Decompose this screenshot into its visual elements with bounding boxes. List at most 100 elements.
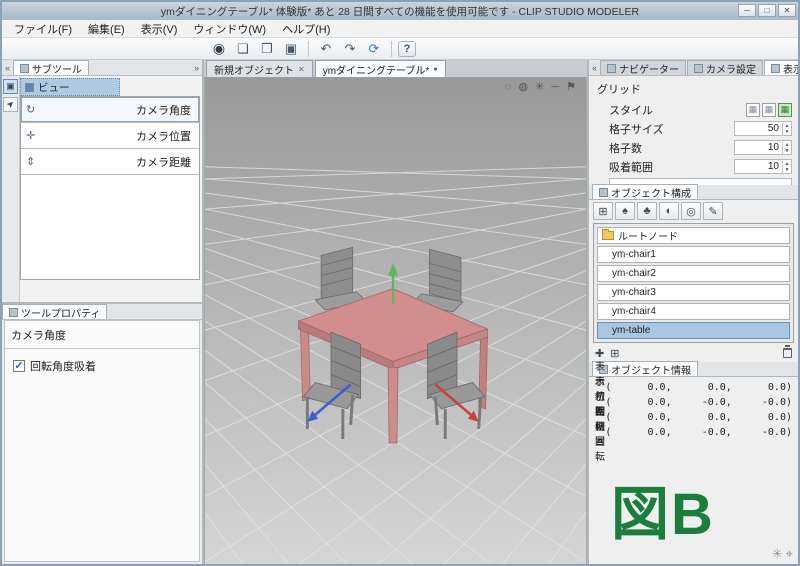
camera-position-icon: ✛ bbox=[26, 130, 36, 142]
target-crosshair-icon: ⌖ bbox=[785, 546, 793, 561]
subtool-camera-angle[interactable]: ↻ カメラ角度 bbox=[21, 97, 199, 123]
snap-range-stepper[interactable]: ▲ ▼ bbox=[782, 160, 791, 173]
minimize-button[interactable]: ─ bbox=[738, 4, 756, 17]
tab-display-settings[interactable]: 表示設定 bbox=[764, 60, 798, 76]
object-tree-toolbar: ⊞ ♠ ♣ ◐ ◎ ✎ bbox=[589, 200, 798, 222]
tool-property-header: ツールプロパティ bbox=[2, 304, 202, 320]
collapse-right-panel-icon[interactable]: « bbox=[589, 63, 600, 73]
grid-count-stepper[interactable]: ▲ ▼ bbox=[782, 141, 791, 154]
tab-tool-property[interactable]: ツールプロパティ bbox=[2, 304, 108, 320]
snap-range-input[interactable]: 10 ▲ ▼ bbox=[734, 159, 792, 174]
grid-count-input[interactable]: 10 ▲ ▼ bbox=[734, 140, 792, 155]
object-info-header: オブジェクト情報 bbox=[589, 361, 798, 377]
navigator-icon bbox=[607, 63, 617, 73]
add-folder-button[interactable]: ⊞ bbox=[610, 347, 619, 360]
delete-node-button[interactable] bbox=[783, 345, 792, 358]
help-button[interactable]: ? bbox=[398, 40, 416, 57]
subtool-group-view[interactable]: ビュー bbox=[20, 78, 120, 96]
redo-button[interactable]: ↷ bbox=[339, 39, 361, 58]
menu-help[interactable]: ヘルプ(H) bbox=[274, 20, 338, 38]
collapse-left-panel-icon[interactable]: « bbox=[2, 63, 13, 73]
open-file-button[interactable]: ❒ bbox=[256, 39, 278, 58]
minimize-view-icon[interactable]: ─ bbox=[551, 81, 559, 93]
toolbar-separator bbox=[308, 40, 309, 57]
tab-object-tree[interactable]: オブジェクト構成 bbox=[592, 184, 698, 200]
right-panel-header: « ナビゲーター カメラ設定 表示設定 « bbox=[589, 60, 798, 76]
main-area: « サブツール » ▣ ➤ ビュー ↻ カメラ角度 ✛ カメラ位置 ⇕ カメラ距… bbox=[2, 60, 798, 564]
scene-canvas[interactable] bbox=[205, 78, 586, 564]
main-toolbar: ◉ ❏ ❒ ▣ ↶ ↷ ⟳ ? bbox=[2, 38, 798, 60]
tab-camera-settings[interactable]: カメラ設定 bbox=[687, 60, 764, 76]
close-tab-icon[interactable]: ✕ bbox=[298, 65, 305, 74]
maximize-button[interactable]: □ bbox=[758, 4, 776, 17]
info-row-display-position: 表示位置 ( 0.0, 0.0, 0.0) bbox=[595, 361, 792, 418]
object-tree-list: ルートノード ym-chair1 ym-chair2 ym-chair3 ym-… bbox=[593, 223, 794, 343]
grid-style-solid-icon[interactable]: ▦ bbox=[778, 102, 792, 117]
tool-strip: ▣ ➤ bbox=[2, 76, 20, 302]
info-row-display-rotation: 表示回転 ( 0.0, -0.0, -0.0) bbox=[595, 376, 792, 433]
rotation-snap-label: 回転角度吸着 bbox=[30, 361, 96, 373]
tab-new-object[interactable]: 新規オブジェクト ✕ bbox=[206, 60, 313, 77]
menu-view[interactable]: 表示(V) bbox=[133, 20, 186, 38]
grid-style-label: スタイル bbox=[609, 104, 653, 117]
camera-angle-icon: ↻ bbox=[26, 104, 36, 116]
primitive-tree-button[interactable]: ♠ bbox=[615, 202, 635, 220]
tree-item-ym-chair1[interactable]: ym-chair1 bbox=[597, 246, 790, 263]
menu-window[interactable]: ウィンドウ(W) bbox=[185, 20, 274, 38]
menu-edit[interactable]: 編集(E) bbox=[80, 20, 133, 38]
close-button[interactable]: ✕ bbox=[778, 4, 796, 17]
new-file-button[interactable]: ❏ bbox=[232, 39, 254, 58]
tool-property-content: カメラ角度 ✓ 回転角度吸着 bbox=[4, 320, 200, 562]
window-controls: ─ □ ✕ bbox=[738, 4, 796, 17]
info-row-initial-position: 初期位置 ( 0.0, 0.0, 0.0) bbox=[595, 391, 792, 448]
save-button[interactable]: ▣ bbox=[280, 39, 302, 58]
tree-item-ym-chair3[interactable]: ym-chair3 bbox=[597, 284, 790, 301]
tab-subtool[interactable]: サブツール bbox=[13, 60, 90, 76]
flag-icon[interactable]: ⚑ bbox=[566, 81, 576, 93]
tree-item-ym-chair2[interactable]: ym-chair2 bbox=[597, 265, 790, 282]
subtool-list: ↻ カメラ角度 ✛ カメラ位置 ⇕ カメラ距離 bbox=[20, 96, 200, 280]
target-button[interactable]: ◎ bbox=[681, 202, 701, 220]
subtool-camera-distance[interactable]: ⇕ カメラ距離 bbox=[21, 149, 199, 175]
tool-property-icon bbox=[9, 307, 18, 317]
viewport-toolbar: ◌ ◍ ✳ ─ ⚑ bbox=[505, 81, 576, 93]
sync-button[interactable]: ⟳ bbox=[363, 39, 385, 58]
display-mode-wireframe-icon[interactable]: ◌ bbox=[505, 81, 512, 93]
tree-item-ym-table[interactable]: ym-table bbox=[597, 322, 790, 339]
object-tool-icon[interactable]: ▣ bbox=[3, 79, 18, 94]
view-group-label: ビュー bbox=[38, 81, 70, 94]
material-sphere-button[interactable]: ◐ bbox=[659, 202, 679, 220]
tab-object-info[interactable]: オブジェクト情報 bbox=[592, 361, 698, 377]
undo-button[interactable]: ↶ bbox=[315, 39, 337, 58]
snap-range-row: 吸着範囲 10 ▲ ▼ bbox=[595, 157, 792, 176]
grid-size-stepper[interactable]: ▲ ▼ bbox=[782, 122, 791, 135]
display-settings-panel: グリッド スタイル ▦ ▦ ▦ 格子サイズ 50 ▲ ▼ 格子数 10 ▲ ▼ … bbox=[589, 76, 798, 185]
subtool-panel: ビュー ↻ カメラ角度 ✛ カメラ位置 ⇕ カメラ距離 bbox=[20, 76, 202, 302]
3d-viewport[interactable]: ◌ ◍ ✳ ─ ⚑ bbox=[204, 78, 587, 564]
rotation-snap-setting[interactable]: ✓ 回転角度吸着 bbox=[5, 349, 199, 383]
display-mode-shaded-icon[interactable]: ◍ bbox=[519, 81, 529, 93]
tree-item-ym-chair4[interactable]: ym-chair4 bbox=[597, 303, 790, 320]
figure-label: 図B bbox=[611, 482, 715, 547]
titlebar[interactable]: ymダイニングテーブル* 体験版* あと 28 日間すべての機能を使用可能です … bbox=[2, 2, 798, 20]
tab-ym-dining-table[interactable]: ymダイニングテーブル* ● bbox=[314, 60, 446, 77]
grid-style-none-icon[interactable]: ▦ bbox=[746, 102, 760, 117]
tab-navigator[interactable]: ナビゲーター bbox=[600, 60, 687, 76]
display-mode-textured-icon[interactable]: ✳ bbox=[535, 81, 544, 93]
info-row-initial-rotation: 初期回転 ( 0.0, -0.0, -0.0) bbox=[595, 406, 792, 463]
tree-item-root-node[interactable]: ルートノード bbox=[597, 227, 790, 244]
rotation-snap-checkbox[interactable]: ✓ bbox=[13, 360, 25, 372]
plant-object-button[interactable]: ♣ bbox=[637, 202, 657, 220]
menu-file[interactable]: ファイル(F) bbox=[6, 20, 80, 38]
left-panel-header: « サブツール » bbox=[2, 60, 202, 76]
grid-style-plane-icon[interactable]: ▦ bbox=[762, 102, 776, 117]
display-settings-icon bbox=[771, 63, 781, 73]
grid-section-title: グリッド bbox=[597, 84, 641, 96]
edit-object-button[interactable]: ✎ bbox=[703, 202, 723, 220]
object-info-panel: 表示位置 ( 0.0, 0.0, 0.0) 表示回転 ( 0.0, -0.0, … bbox=[589, 361, 798, 463]
subtool-camera-position[interactable]: ✛ カメラ位置 bbox=[21, 123, 199, 149]
select-tool-icon[interactable]: ➤ bbox=[3, 97, 18, 112]
grid-size-input[interactable]: 50 ▲ ▼ bbox=[734, 121, 792, 136]
expand-left-panel-icon[interactable]: » bbox=[191, 63, 202, 73]
import-object-button[interactable]: ⊞ bbox=[593, 202, 613, 220]
